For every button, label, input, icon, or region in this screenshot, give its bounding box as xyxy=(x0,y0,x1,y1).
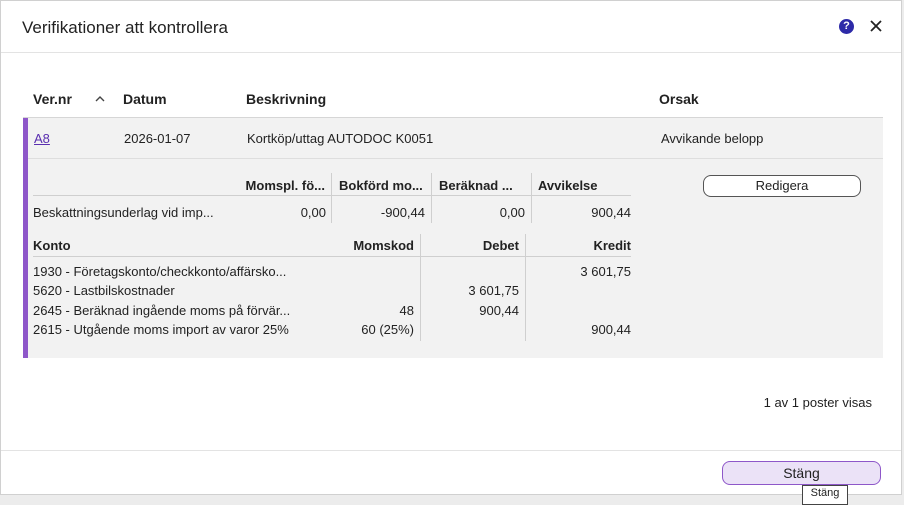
accounts-header-kredit: Kredit xyxy=(593,238,631,253)
pagination-text: 1 av 1 poster visas xyxy=(763,395,872,410)
vat-header-momspl: Momspl. fö... xyxy=(245,178,325,193)
vat-header-bokford: Bokförd mo... xyxy=(339,178,423,193)
column-header-datum[interactable]: Datum xyxy=(123,91,167,107)
account-row-3-momskod: 48 xyxy=(399,303,414,318)
column-header-beskrivning[interactable]: Beskrivning xyxy=(246,91,326,107)
verification-link[interactable]: A8 xyxy=(34,131,50,146)
account-row-1-konto: 1930 - Företagskonto/checkkonto/affärsko… xyxy=(33,264,287,279)
vat-value-bokford: -900,44 xyxy=(380,205,425,220)
accounts-header-momskod: Momskod xyxy=(353,238,414,253)
accounts-header-debet: Debet xyxy=(482,238,519,253)
question-circle-icon[interactable]: ? xyxy=(839,19,854,34)
close-button[interactable]: Stäng xyxy=(722,461,881,485)
account-row-4-momskod: 60 (25%) xyxy=(361,322,414,337)
dialog-title: Verifikationer att kontrollera xyxy=(22,18,228,37)
column-header-orsak[interactable]: Orsak xyxy=(659,91,699,107)
row-description: Kortköp/uttag AUTODOC K0051 xyxy=(247,131,434,146)
row-date: 2026-01-07 xyxy=(124,131,191,146)
chevron-up-icon[interactable] xyxy=(94,94,106,104)
dialog: Verifikationer att kontrollera ? Ver.nr … xyxy=(0,0,902,505)
edit-button[interactable]: Redigera xyxy=(703,175,861,197)
account-row-4-konto: 2615 - Utgående moms import av varor 25% xyxy=(33,322,289,337)
account-row-3-debet: 900,44 xyxy=(479,303,519,318)
vat-value-avvikelse: 900,44 xyxy=(591,205,631,220)
account-row-1-kredit: 3 601,75 xyxy=(580,264,631,279)
vat-header-beraknad: Beräknad ... xyxy=(439,178,513,193)
dialog-header: Verifikationer att kontrollera ? xyxy=(1,1,901,53)
row-divider xyxy=(28,158,883,159)
tooltip: Stäng xyxy=(802,485,848,505)
vat-value-momspl: 0,00 xyxy=(300,205,326,220)
vat-header-divider xyxy=(33,195,631,196)
row-reason: Avvikande belopp xyxy=(661,131,764,146)
vat-value-beraknad: 0,00 xyxy=(499,205,525,220)
accounts-header-divider xyxy=(33,256,631,257)
close-icon[interactable] xyxy=(867,17,885,35)
account-row-2-konto: 5620 - Lastbilskostnader xyxy=(33,283,175,298)
column-header-vernr[interactable]: Ver.nr xyxy=(33,91,72,107)
vat-header-avvikelse: Avvikelse xyxy=(538,178,598,193)
footer-divider xyxy=(1,450,901,451)
account-row-4-kredit: 900,44 xyxy=(591,322,631,337)
vat-row-label: Beskattningsunderlag vid imp... xyxy=(33,205,214,220)
account-row-3-konto: 2645 - Beräknad ingående moms på förvär.… xyxy=(33,303,291,318)
accounts-header-konto: Konto xyxy=(33,238,71,253)
account-row-2-debet: 3 601,75 xyxy=(468,283,519,298)
